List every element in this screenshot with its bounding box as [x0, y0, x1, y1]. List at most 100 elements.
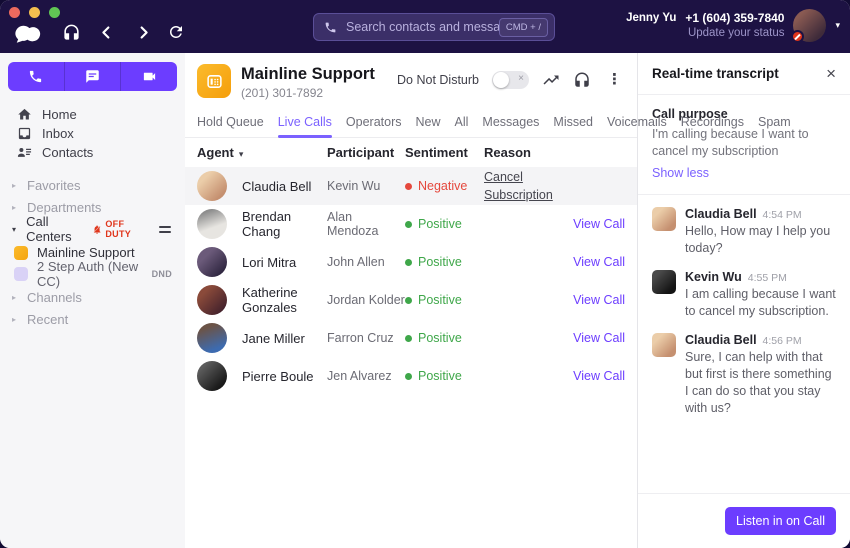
reason-link[interactable]: Cancel Subscription	[484, 170, 553, 202]
maximize-window-button[interactable]	[49, 7, 60, 18]
user-name: Jenny Yu	[626, 11, 676, 26]
sidebar-item-inbox[interactable]: Inbox	[0, 124, 185, 143]
tab-messages[interactable]: Messages	[482, 115, 539, 137]
section-label: Channels	[27, 290, 82, 305]
headset-icon[interactable]	[62, 23, 81, 42]
section-label: Favorites	[27, 178, 80, 193]
bell-off-icon	[92, 224, 102, 235]
new-call-button[interactable]	[8, 62, 64, 91]
collapse-arrow-icon: ▸	[12, 203, 24, 212]
new-message-button[interactable]	[64, 62, 121, 91]
speaker-name: Claudia Bell	[685, 333, 757, 347]
tab-voicemails[interactable]: Voicemails	[607, 115, 667, 137]
tab-live-calls[interactable]: Live Calls	[278, 115, 332, 137]
participant-name: John Allen	[327, 255, 405, 269]
sidebar-item-home[interactable]: Home	[0, 105, 185, 124]
avatar	[652, 207, 676, 231]
view-call-link[interactable]: View Call	[573, 255, 625, 269]
sentiment-dot-icon	[405, 335, 412, 342]
analytics-icon[interactable]	[542, 71, 560, 89]
user-menu[interactable]: Jenny Yu +1 (604) 359-7840 Update your s…	[626, 9, 840, 42]
section-favorites[interactable]: ▸ Favorites	[0, 174, 185, 196]
close-window-button[interactable]	[9, 7, 20, 18]
sentiment-dot-icon	[405, 221, 412, 228]
refresh-icon[interactable]	[167, 23, 185, 41]
sidebar-item-label: Home	[42, 107, 77, 122]
chevron-down-icon[interactable]: ▾	[835, 20, 840, 31]
participant-name: Farron Cruz	[327, 331, 405, 345]
tab-all[interactable]: All	[455, 115, 469, 137]
table-row[interactable]: Katherine Gonzales Jordan Kolder Positiv…	[185, 281, 637, 319]
tab-missed[interactable]: Missed	[553, 115, 593, 137]
dnd-label: DND	[152, 269, 172, 279]
headset-icon[interactable]	[573, 71, 591, 89]
view-call-link[interactable]: View Call	[573, 217, 625, 231]
tab-recordings[interactable]: Recordings	[681, 115, 744, 137]
sidebar-item-contacts[interactable]: Contacts	[0, 143, 185, 162]
forward-icon[interactable]	[136, 25, 151, 40]
close-icon[interactable]: ×	[826, 65, 836, 82]
avatar	[652, 270, 676, 294]
app-window: Search contacts and messages CMD + / Jen…	[0, 0, 850, 548]
message-text: Hello, How may I help you today?	[685, 223, 836, 257]
sentiment-cell: Positive	[405, 217, 484, 231]
agent-name: Pierre Boule	[230, 369, 327, 384]
view-call-link[interactable]: View Call	[573, 369, 625, 383]
section-label: Call Centers	[26, 214, 92, 244]
sidebar-item-2-step-auth[interactable]: 2 Step Auth (New CC) DND	[0, 263, 185, 284]
user-status[interactable]: Update your status	[626, 26, 784, 41]
tab-new[interactable]: New	[416, 115, 441, 137]
agent-name: Katherine Gonzales	[230, 285, 327, 315]
back-icon[interactable]	[99, 25, 114, 40]
minimize-window-button[interactable]	[29, 7, 40, 18]
column-participant: Participant	[327, 145, 405, 160]
message-icon	[85, 69, 100, 84]
search-input[interactable]: Search contacts and messages CMD + /	[313, 13, 555, 41]
sentiment-label: Positive	[418, 369, 462, 383]
table-header: Agent▾ Participant Sentiment Reason	[185, 138, 637, 167]
avatar	[197, 171, 227, 201]
section-channels[interactable]: ▸ Channels	[0, 286, 185, 308]
window-controls[interactable]	[9, 7, 60, 18]
listen-in-button[interactable]: Listen in on Call	[725, 507, 836, 535]
sentiment-dot-icon	[405, 297, 412, 304]
user-info: Jenny Yu +1 (604) 359-7840 Update your s…	[626, 11, 784, 41]
agent-name: Claudia Bell	[230, 179, 327, 194]
section-call-centers[interactable]: ▾ Call Centers OFF DUTY	[0, 218, 185, 240]
view-call-link[interactable]: View Call	[573, 331, 625, 345]
call-center-swatch-icon	[14, 267, 28, 281]
section-recent[interactable]: ▸ Recent	[0, 308, 185, 330]
column-agent[interactable]: Agent▾	[197, 145, 327, 160]
sentiment-label: Positive	[418, 255, 462, 269]
tab-operators[interactable]: Operators	[346, 115, 402, 137]
column-sentiment: Sentiment	[405, 145, 484, 160]
tab-spam[interactable]: Spam	[758, 115, 791, 137]
sentiment-cell: Negative	[405, 179, 484, 193]
collapse-arrow-icon: ▸	[12, 293, 24, 302]
participant-name: Jordan Kolder	[327, 293, 405, 307]
off-duty-badge[interactable]: OFF DUTY	[92, 219, 149, 239]
sidebar: Home Inbox Contacts ▸ Favorites ▸ Depart…	[0, 53, 185, 548]
call-center-header: Mainline Support (201) 301-7892 Do Not D…	[185, 53, 637, 111]
sort-caret-icon: ▾	[239, 149, 244, 159]
table-row[interactable]: Claudia Bell Kevin Wu Negative Cancel Su…	[185, 167, 637, 205]
agent-name: Jane Miller	[230, 331, 327, 346]
more-options-icon[interactable]: ⋮	[604, 71, 625, 89]
main-content: Mainline Support (201) 301-7892 Do Not D…	[185, 53, 637, 548]
new-video-button[interactable]	[120, 62, 177, 91]
video-icon	[142, 69, 157, 84]
table-row[interactable]: Jane Miller Farron Cruz Positive View Ca…	[185, 319, 637, 357]
table-row[interactable]: Pierre Boule Jen Alvarez Positive View C…	[185, 357, 637, 395]
sidebar-item-label: Inbox	[42, 126, 74, 141]
tab-hold-queue[interactable]: Hold Queue	[197, 115, 264, 137]
dnd-toggle[interactable]: ×	[492, 71, 529, 89]
reorder-icon[interactable]	[159, 223, 171, 236]
avatar	[197, 285, 227, 315]
table-row[interactable]: Lori Mitra John Allen Positive View Call	[185, 243, 637, 281]
avatar[interactable]	[793, 9, 826, 42]
view-call-link[interactable]: View Call	[573, 293, 625, 307]
table-row[interactable]: Brendan Chang Alan Mendoza Positive View…	[185, 205, 637, 243]
call-purpose-section: Call purpose I'm calling because I want …	[638, 95, 850, 195]
search-placeholder: Search contacts and messages	[346, 20, 499, 34]
show-less-link[interactable]: Show less	[652, 166, 709, 180]
